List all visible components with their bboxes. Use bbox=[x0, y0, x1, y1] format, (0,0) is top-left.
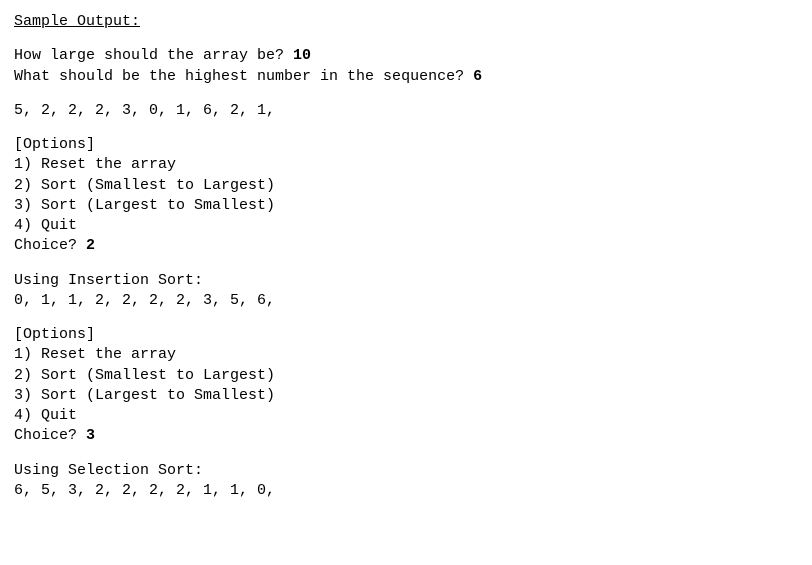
choice-prompt-2: Choice? 3 bbox=[14, 426, 798, 446]
menu1-item-3: 3) Sort (Largest to Smallest) bbox=[14, 196, 798, 216]
initial-array: 5, 2, 2, 2, 3, 0, 1, 6, 2, 1, bbox=[14, 101, 798, 121]
result-block-2: Using Selection Sort: 6, 5, 3, 2, 2, 2, … bbox=[14, 461, 798, 502]
options-menu-2: [Options] 1) Reset the array 2) Sort (Sm… bbox=[14, 325, 798, 447]
menu2-item-3: 3) Sort (Largest to Smallest) bbox=[14, 386, 798, 406]
highest-number-prompt: What should be the highest number in the… bbox=[14, 67, 798, 87]
menu1-item-1: 1) Reset the array bbox=[14, 155, 798, 175]
selection-sort-array: 6, 5, 3, 2, 2, 2, 2, 1, 1, 0, bbox=[14, 481, 798, 501]
choice-label-1: Choice? bbox=[14, 237, 86, 254]
array-size-value: 10 bbox=[293, 47, 311, 64]
choice-label-2: Choice? bbox=[14, 427, 86, 444]
array-size-label: How large should the array be? bbox=[14, 47, 293, 64]
choice-prompt-1: Choice? 2 bbox=[14, 236, 798, 256]
menu2-item-2: 2) Sort (Smallest to Largest) bbox=[14, 366, 798, 386]
insertion-sort-array: 0, 1, 1, 2, 2, 2, 2, 3, 5, 6, bbox=[14, 291, 798, 311]
selection-sort-title: Using Selection Sort: bbox=[14, 461, 798, 481]
result-block-1: Using Insertion Sort: 0, 1, 1, 2, 2, 2, … bbox=[14, 271, 798, 312]
options-menu-1: [Options] 1) Reset the array 2) Sort (Sm… bbox=[14, 135, 798, 257]
menu1-item-2: 2) Sort (Smallest to Largest) bbox=[14, 176, 798, 196]
choice-value-1: 2 bbox=[86, 237, 95, 254]
input-prompts-block: How large should the array be? 10 What s… bbox=[14, 46, 798, 87]
highest-number-label: What should be the highest number in the… bbox=[14, 68, 473, 85]
sample-output-heading: Sample Output: bbox=[14, 12, 798, 32]
menu1-item-4: 4) Quit bbox=[14, 216, 798, 236]
menu2-item-4: 4) Quit bbox=[14, 406, 798, 426]
menu2-item-1: 1) Reset the array bbox=[14, 345, 798, 365]
initial-array-block: 5, 2, 2, 2, 3, 0, 1, 6, 2, 1, bbox=[14, 101, 798, 121]
array-size-prompt: How large should the array be? 10 bbox=[14, 46, 798, 66]
insertion-sort-title: Using Insertion Sort: bbox=[14, 271, 798, 291]
options-title-2: [Options] bbox=[14, 325, 798, 345]
choice-value-2: 3 bbox=[86, 427, 95, 444]
highest-number-value: 6 bbox=[473, 68, 482, 85]
options-title-1: [Options] bbox=[14, 135, 798, 155]
